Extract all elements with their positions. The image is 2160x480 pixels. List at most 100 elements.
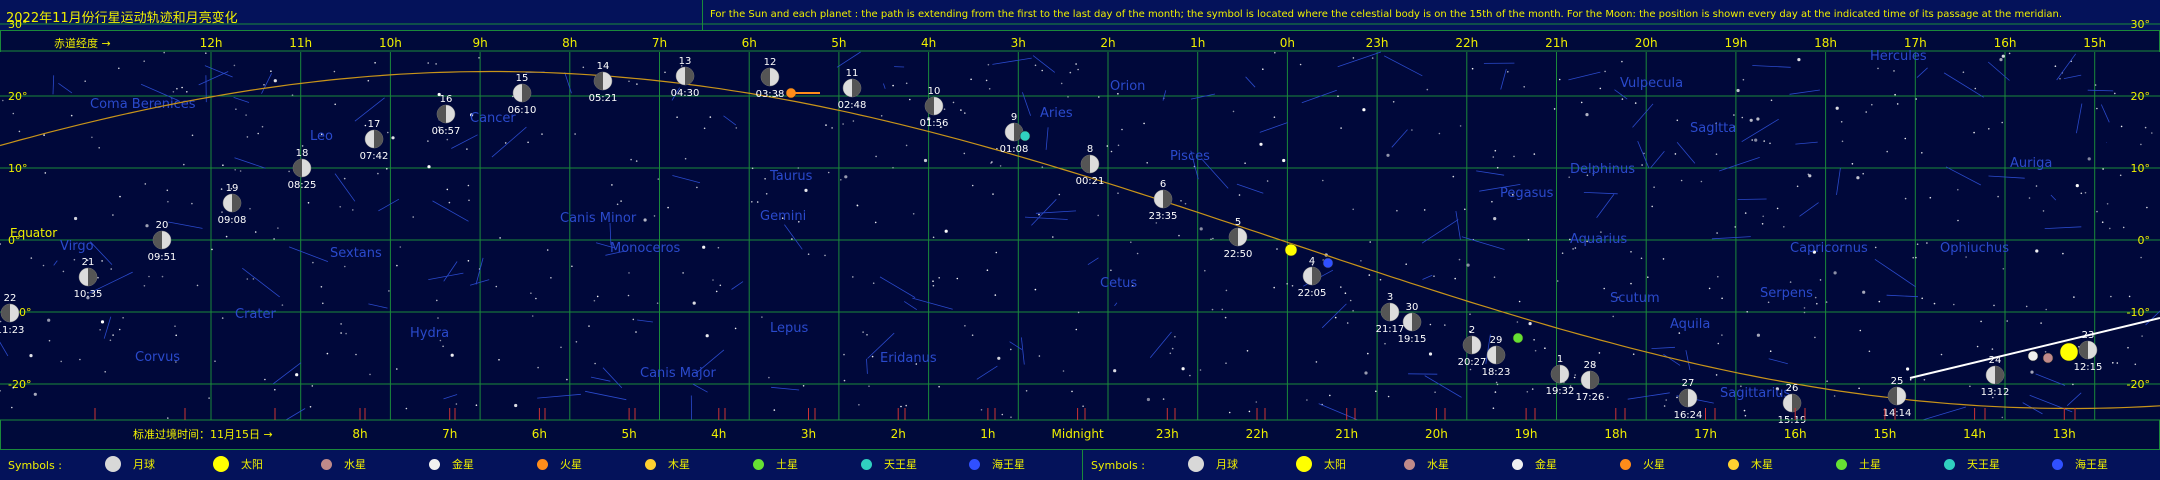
star xyxy=(1783,226,1785,228)
star xyxy=(466,148,468,150)
star xyxy=(1471,67,1474,70)
legend-item: 月球 xyxy=(105,456,155,474)
star xyxy=(1862,290,1866,294)
legend-item: 天王星 xyxy=(861,456,917,474)
time-tick-label: 7h xyxy=(442,427,457,441)
star xyxy=(995,251,998,254)
star xyxy=(1438,132,1441,135)
star xyxy=(334,103,337,106)
star xyxy=(735,127,738,129)
star xyxy=(1868,350,1871,353)
star xyxy=(1334,316,1337,319)
star xyxy=(1110,150,1113,153)
legend-item: 天王星 xyxy=(1944,456,2000,474)
star xyxy=(1921,297,1923,300)
star xyxy=(541,133,543,135)
moon-day: 26 xyxy=(1786,383,1799,394)
star xyxy=(802,385,805,387)
ra-tick-label: 8h xyxy=(562,36,577,50)
legend-item: 月球 xyxy=(1188,456,1238,474)
legend-label: 水星 xyxy=(1427,458,1449,471)
star xyxy=(1495,381,1498,384)
star xyxy=(1826,380,1828,383)
star xyxy=(734,327,737,330)
star xyxy=(1162,398,1165,400)
star xyxy=(174,325,176,328)
legend-label: 木星 xyxy=(1751,458,1773,471)
star xyxy=(186,91,188,93)
star xyxy=(396,264,398,267)
legend-label: 火星 xyxy=(1643,458,1665,471)
moon-time: 16:24 xyxy=(1674,410,1703,421)
legend-item: 土星 xyxy=(1836,456,1881,474)
star xyxy=(450,353,454,357)
moon-time: 12:15 xyxy=(2074,362,2103,373)
moon-day: 2 xyxy=(1469,325,1475,336)
star xyxy=(582,66,585,69)
star xyxy=(1893,70,1895,72)
ra-tick-label: 9h xyxy=(472,36,487,50)
star xyxy=(1352,309,1354,312)
star xyxy=(2084,191,2087,194)
star xyxy=(264,378,266,381)
star xyxy=(1459,125,1462,127)
star xyxy=(345,332,347,335)
star xyxy=(1653,186,1655,188)
legend-symbol-icon xyxy=(969,458,980,470)
star xyxy=(1396,209,1398,212)
legend-label: 金星 xyxy=(1535,458,1557,471)
star xyxy=(1469,368,1472,371)
star xyxy=(971,334,974,337)
star xyxy=(1212,237,1214,240)
star xyxy=(161,275,164,278)
star xyxy=(807,253,810,255)
star xyxy=(1734,226,1736,228)
star xyxy=(756,201,759,203)
star xyxy=(2059,77,2061,80)
star xyxy=(1953,303,1955,306)
star xyxy=(1769,142,1771,145)
star xyxy=(1915,98,1917,100)
star xyxy=(1580,101,1583,104)
dec-tick-label-right: -20° xyxy=(2127,378,2150,391)
moon-time: 05:21 xyxy=(589,93,618,104)
constellation-name: Pisces xyxy=(1170,149,1210,164)
moon-day: 3 xyxy=(1387,292,1393,303)
star xyxy=(99,329,101,331)
star xyxy=(856,204,859,207)
star xyxy=(1858,387,1860,390)
star xyxy=(222,164,224,166)
moon-time: 01:08 xyxy=(1000,144,1029,155)
star xyxy=(1368,274,1371,276)
star xyxy=(1741,116,1744,119)
legend-symbol-icon xyxy=(1296,456,1312,472)
star xyxy=(1113,369,1117,373)
star xyxy=(632,318,635,321)
moon-time: 04:30 xyxy=(671,88,700,99)
star xyxy=(225,235,228,238)
star xyxy=(1904,197,1907,200)
star xyxy=(852,120,855,122)
star xyxy=(560,346,562,349)
star xyxy=(369,373,371,376)
star xyxy=(1803,307,1806,309)
moon-time: 10:35 xyxy=(74,289,103,300)
legend-symbol-icon xyxy=(1836,458,1847,470)
legend-symbol-icon xyxy=(213,456,229,472)
star xyxy=(696,186,698,189)
star xyxy=(1980,320,1982,323)
star xyxy=(97,276,99,279)
star xyxy=(956,277,959,280)
star xyxy=(1184,202,1187,205)
star xyxy=(48,339,51,342)
star xyxy=(1770,99,1773,102)
star xyxy=(630,158,632,161)
star xyxy=(1556,280,1559,282)
moon-time: 06:57 xyxy=(432,126,461,137)
moon-day: 18 xyxy=(296,148,309,159)
constellation-name: Gemini xyxy=(760,209,806,224)
star xyxy=(1117,144,1120,147)
star xyxy=(2106,203,2109,205)
star xyxy=(261,125,264,128)
star xyxy=(234,169,236,171)
